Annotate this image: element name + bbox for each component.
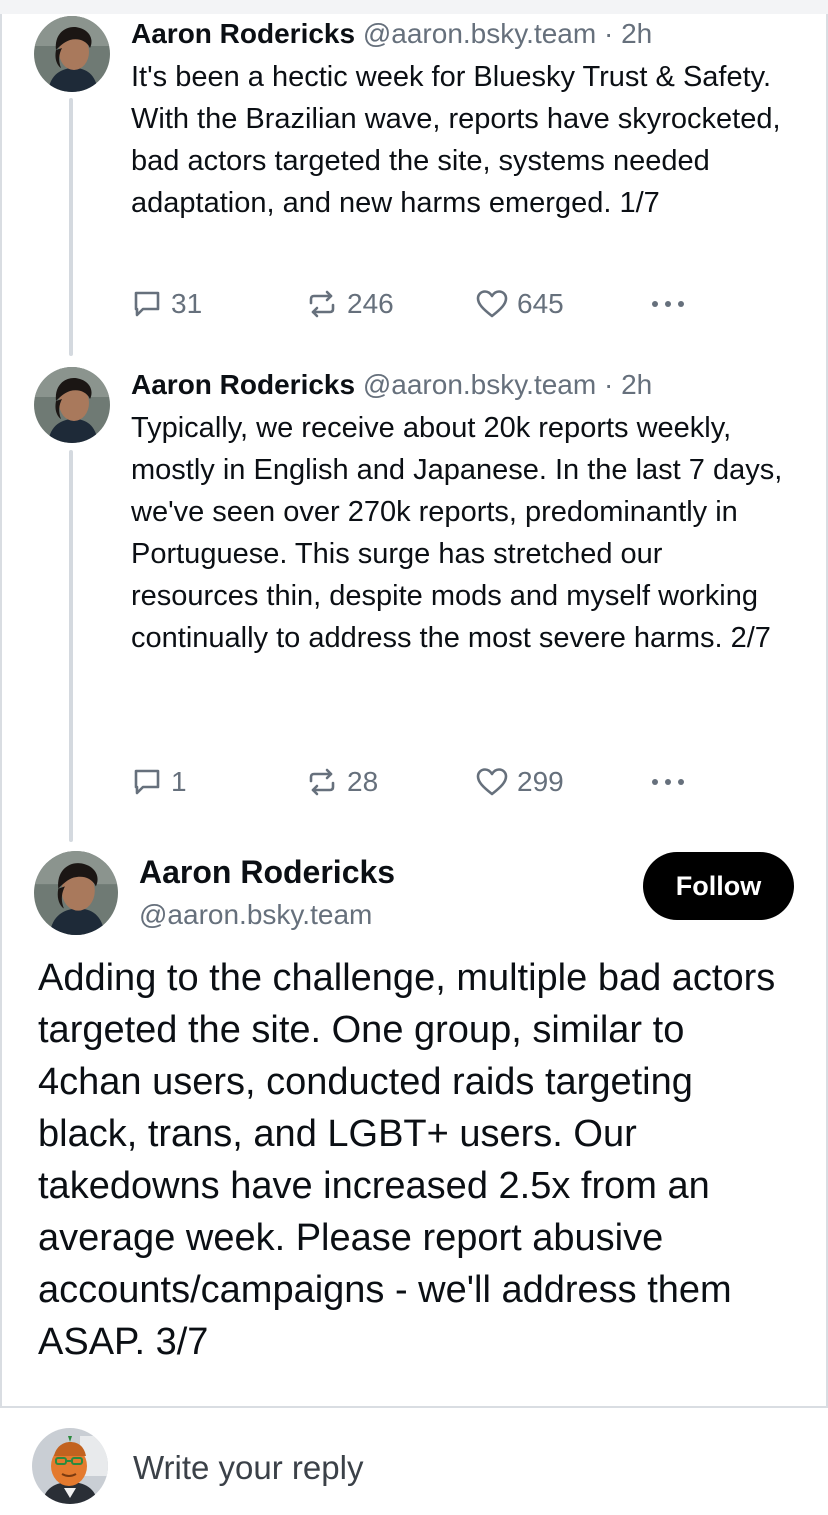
post-time[interactable]: 2h (621, 369, 652, 400)
speech-bubble-icon (134, 769, 160, 795)
post-text: It's been a hectic week for Bluesky Trus… (131, 61, 781, 219)
more-options-button[interactable] (649, 284, 687, 324)
post-handle[interactable]: @aaron.bsky.team (363, 18, 596, 49)
heart-icon (476, 290, 508, 318)
main-post-handle[interactable]: @aaron.bsky.team (139, 896, 372, 934)
reply-count: 31 (171, 288, 203, 319)
more-options-button[interactable] (649, 762, 687, 802)
post-separator: · (603, 18, 614, 49)
thread-post-1[interactable]: Aaron Rodericks @aaron.bsky.team · 2h It… (131, 16, 791, 224)
thread-connector-line (69, 98, 73, 356)
reply-button[interactable]: 1 (131, 762, 187, 802)
current-user-avatar (32, 1428, 108, 1504)
speech-bubble-icon (134, 291, 160, 317)
repost-count: 28 (347, 766, 379, 797)
post-header: Aaron Rodericks @aaron.bsky.team · 2h (131, 367, 791, 403)
top-strip (0, 0, 828, 14)
thread-post-2[interactable]: Aaron Rodericks @aaron.bsky.team · 2h Ty… (131, 367, 791, 659)
repost-button[interactable]: 28 (305, 762, 378, 802)
post-separator: · (603, 369, 614, 400)
post-header: Aaron Rodericks @aaron.bsky.team · 2h (131, 16, 791, 52)
post-text: Typically, we receive about 20k reports … (131, 412, 783, 654)
main-post-text: Adding to the challenge, multiple bad ac… (38, 957, 776, 1363)
post-time[interactable]: 2h (621, 18, 652, 49)
main-post-author[interactable]: Aaron Rodericks (139, 852, 395, 892)
reply-bar[interactable] (0, 1410, 828, 1515)
follow-button[interactable]: Follow (643, 852, 794, 920)
thread-connector-line (69, 450, 73, 842)
post-actions: 1 28 299 (131, 762, 731, 802)
like-button[interactable]: 645 (475, 284, 564, 324)
avatar[interactable] (34, 367, 110, 443)
more-dots-icon (652, 779, 684, 785)
repost-button[interactable]: 246 (305, 284, 394, 324)
reply-button[interactable]: 31 (131, 284, 202, 324)
post-actions: 31 246 645 (131, 284, 731, 324)
reply-input[interactable]: Write your reply (133, 1446, 363, 1490)
heart-icon (476, 768, 508, 796)
like-count: 299 (517, 766, 564, 797)
like-count: 645 (517, 288, 564, 319)
more-dots-icon (652, 301, 684, 307)
reply-count: 1 (171, 766, 187, 797)
like-button[interactable]: 299 (475, 762, 564, 802)
main-post-avatar[interactable] (34, 851, 118, 935)
repost-arrows-icon (309, 768, 335, 796)
post-author[interactable]: Aaron Rodericks (131, 369, 355, 400)
post-author[interactable]: Aaron Rodericks (131, 18, 355, 49)
repost-count: 246 (347, 288, 394, 319)
avatar[interactable] (34, 16, 110, 92)
repost-arrows-icon (309, 290, 335, 318)
post-handle[interactable]: @aaron.bsky.team (363, 369, 596, 400)
